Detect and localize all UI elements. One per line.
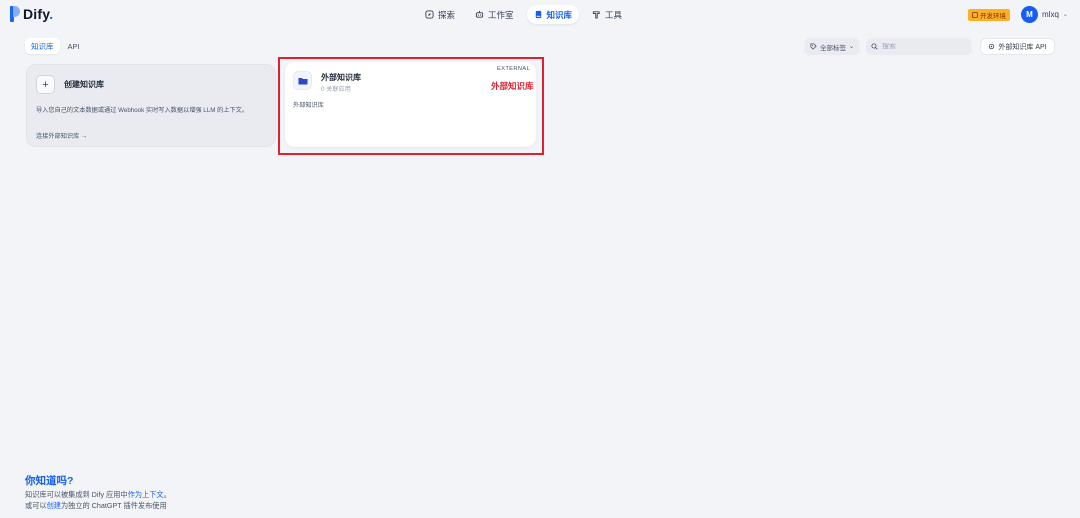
create-dataset-description: 导入您自己的文本数据或通过 Webhook 实时写入数据以增强 LLM 的上下文… (36, 107, 249, 114)
env-badge-label: 开发环境 (980, 13, 1006, 20)
folder-icon (293, 71, 312, 90)
search-icon (871, 43, 878, 50)
tag-icon (810, 43, 817, 50)
external-api-button-label: 外部知识库 API (998, 43, 1047, 51)
username: mlxq (1042, 10, 1059, 19)
tab-knowledge[interactable]: 知识库 (25, 38, 60, 54)
nav-knowledge[interactable]: 知识库 (526, 5, 580, 24)
main-nav: 探索 工作室 知识库 工具 (418, 5, 629, 24)
api-connection-icon (989, 43, 995, 50)
nav-studio-label: 工作室 (488, 9, 514, 20)
env-badge: 开发环境 (968, 9, 1010, 21)
book-icon (535, 10, 541, 19)
create-dataset-card[interactable]: + 创建知识库 导入您自己的文本数据或通过 Webhook 实时写入数据以增强 … (26, 64, 276, 147)
dataset-name: 外部知识库 (321, 73, 361, 82)
search-input[interactable] (882, 43, 967, 50)
app-name: Dify (23, 6, 50, 22)
search-box[interactable] (866, 38, 972, 55)
chevron-down-icon: ⌄ (1062, 12, 1068, 18)
plus-icon: + (36, 75, 55, 94)
external-api-button[interactable]: 外部知识库 API (980, 38, 1055, 55)
tag-filter-label: 全部标签 (820, 44, 846, 52)
dataset-description: 外部知识库 (293, 102, 324, 109)
dataset-card[interactable]: 外部知识库 0 关联应用 EXTERNAL 外部知识库 (285, 62, 536, 147)
dataset-tabs: 知识库 API (25, 38, 86, 54)
robot-icon (475, 10, 484, 18)
nav-explore-label: 探索 (438, 9, 456, 20)
tab-api[interactable]: API (62, 38, 86, 54)
connect-external-link[interactable]: 连接外部知识库 → (36, 131, 87, 140)
nav-explore[interactable]: 探索 (418, 5, 462, 24)
tag-filter-dropdown[interactable]: 全部标签 ⌄ (804, 38, 860, 55)
top-header: Dify. 探索 工作室 知识库 工具 开发环境 M mlxq ⌄ (0, 0, 1080, 30)
tip-line-1: 知识库可以被集成到 Dify 应用中作为上下文。 (25, 490, 171, 499)
did-you-know-tip: 你知道吗? 知识库可以被集成到 Dify 应用中作为上下文。 或可以创建为独立的… (25, 473, 171, 510)
external-badge: EXTERNAL (496, 66, 530, 72)
nav-tools[interactable]: 工具 (585, 5, 629, 24)
tip-create-link[interactable]: 创建 (47, 501, 61, 510)
user-menu[interactable]: M mlxq ⌄ (1021, 6, 1068, 23)
compass-icon (425, 10, 434, 19)
tip-title: 你知道吗? (25, 475, 74, 487)
tip-context-link[interactable]: 作为上下文 (128, 490, 164, 499)
chevron-down-icon: ⌄ (849, 44, 855, 50)
dify-logo[interactable]: Dify. (10, 6, 53, 22)
dify-logo-icon (10, 6, 20, 22)
dataset-meta: 0 关联应用 (321, 86, 351, 93)
hammer-icon (592, 11, 600, 19)
avatar: M (1021, 6, 1038, 23)
nav-studio[interactable]: 工作室 (468, 5, 521, 24)
create-dataset-title: 创建知识库 (64, 80, 104, 89)
tip-line-2: 或可以创建为独立的 ChatGPT 插件发布使用 (25, 501, 167, 510)
terminal-icon (972, 12, 978, 18)
annotation-label: 外部知识库 (491, 81, 534, 91)
nav-tools-label: 工具 (605, 9, 623, 20)
nav-knowledge-label: 知识库 (546, 9, 573, 20)
